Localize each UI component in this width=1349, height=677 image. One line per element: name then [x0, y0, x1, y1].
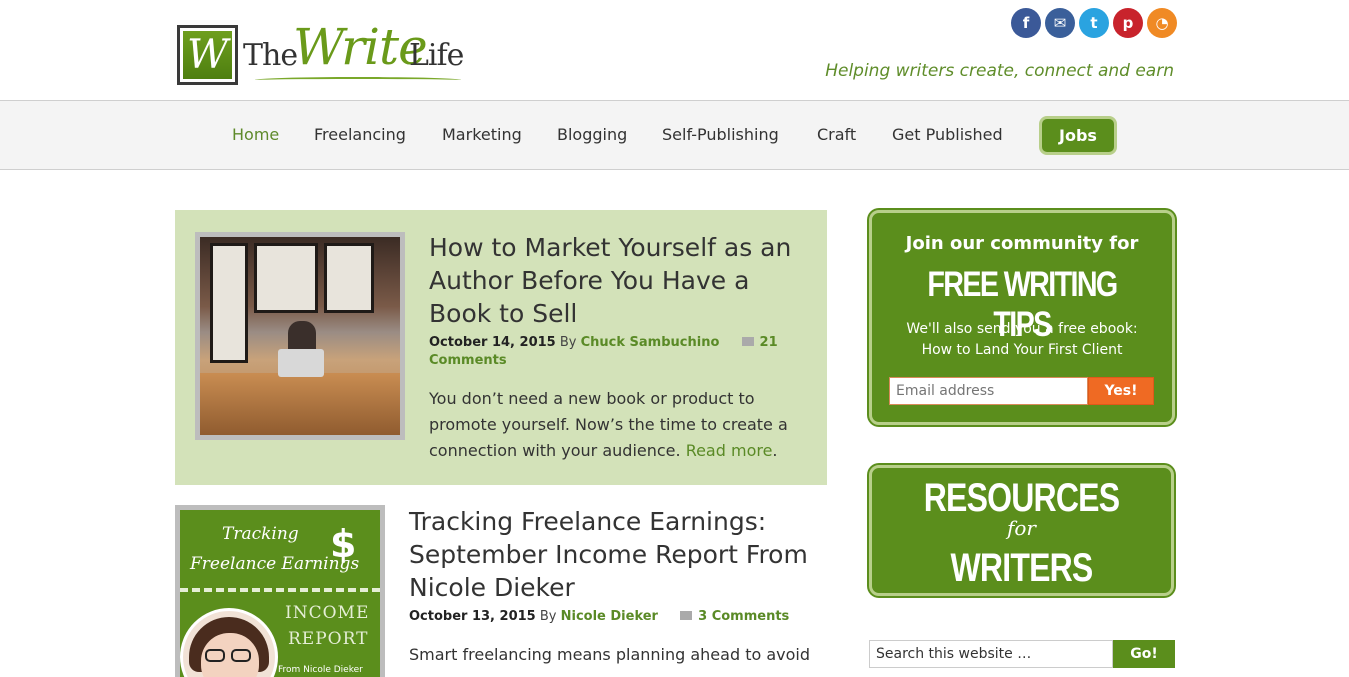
post-date: October 14, 2015	[429, 335, 556, 350]
featured-post: How to Market Yourself as an Author Befo…	[175, 210, 827, 485]
dollar-icon: $	[330, 522, 357, 566]
optin-subtext: We'll also send you a free ebook:	[906, 321, 1138, 337]
resources-banner[interactable]: RESOURCES for WRITERS	[869, 465, 1174, 596]
wood-table	[200, 373, 400, 435]
comment-icon	[680, 611, 693, 620]
post-title[interactable]: How to Market Yourself as an Author Befo…	[429, 231, 809, 330]
graphic-text-tracking: Tracking	[222, 524, 299, 544]
site-tagline: Helping writers create, connect and earn	[825, 61, 1174, 81]
glasses-left	[205, 649, 225, 662]
post-author-link[interactable]: Chuck Sambuchino	[581, 335, 720, 350]
logo-mark: W	[177, 25, 238, 85]
graphic-text-income: INCOME	[285, 603, 370, 623]
post-date: October 13, 2015	[409, 609, 536, 624]
post-by: By	[539, 609, 557, 624]
post-excerpt: You don’t need a new book or product to …	[429, 386, 809, 464]
author-photo	[180, 608, 278, 677]
optin-heading: Join our community for	[905, 233, 1139, 254]
post-excerpt: Smart freelancing means planning ahead t…	[409, 645, 811, 664]
nav-jobs-button[interactable]: Jobs	[1039, 116, 1117, 155]
nav-freelancing[interactable]: Freelancing	[314, 125, 406, 144]
nav-craft[interactable]: Craft	[817, 125, 856, 144]
site-logo[interactable]: W The Write Life	[177, 18, 467, 88]
main-nav: Home Freelancing Marketing Blogging Self…	[0, 100, 1349, 170]
logo-letter: W	[183, 31, 232, 79]
twitter-icon[interactable]: t	[1079, 8, 1109, 38]
logo-text-life: Life	[409, 38, 464, 73]
window-left	[210, 243, 248, 363]
laptop-figure	[278, 349, 324, 377]
post-thumbnail[interactable]: Tracking Freelance Earnings $ INCOME REP…	[175, 505, 385, 677]
rss-icon[interactable]: ◔	[1147, 8, 1177, 38]
window-center	[254, 243, 318, 313]
subscribe-button[interactable]: Yes!	[1088, 377, 1154, 405]
social-links: f ✉ t p ◔	[1011, 8, 1177, 38]
site-header: W The Write Life f ✉ t p ◔ Helping write…	[0, 0, 1349, 100]
nav-get-published[interactable]: Get Published	[892, 125, 1003, 144]
logo-text-write: Write	[293, 18, 428, 76]
excerpt-period: .	[772, 441, 778, 460]
chat-icon[interactable]: ✉	[1045, 8, 1075, 38]
read-more-link[interactable]: Read more	[686, 441, 773, 460]
resources-title: RESOURCES	[923, 476, 1120, 520]
graphic-text-report: REPORT	[288, 629, 369, 649]
pinterest-icon[interactable]: p	[1113, 8, 1143, 38]
post-meta: October 14, 2015 By Chuck Sambuchino 21 …	[429, 334, 789, 370]
logo-swoosh	[255, 77, 461, 83]
search-button[interactable]: Go!	[1113, 640, 1175, 668]
nav-marketing[interactable]: Marketing	[442, 125, 522, 144]
email-field[interactable]	[889, 377, 1088, 405]
optin-ebook-title: How to Land Your First Client	[921, 342, 1123, 358]
facebook-icon[interactable]: f	[1011, 8, 1041, 38]
income-report-graphic: Tracking Freelance Earnings $ INCOME REP…	[180, 510, 380, 677]
resources-for: for	[1006, 516, 1036, 540]
graphic-divider	[180, 588, 380, 592]
newsletter-optin: Join our community for FREE WRITING TIPS…	[869, 210, 1175, 425]
comment-icon	[741, 337, 754, 346]
post-title[interactable]: Tracking Freelance Earnings: September I…	[409, 505, 829, 604]
nav-self-publishing[interactable]: Self-Publishing	[662, 125, 779, 144]
post-author-link[interactable]: Nicole Dieker	[561, 609, 658, 624]
resources-writers: WRITERS	[950, 546, 1094, 590]
post-by: By	[559, 335, 577, 350]
search-input[interactable]	[869, 640, 1113, 668]
glasses-right	[231, 649, 251, 662]
nav-home[interactable]: Home	[232, 125, 279, 144]
site-search: Go!	[869, 640, 1175, 668]
logo-text-the: The	[243, 38, 298, 73]
nav-blogging[interactable]: Blogging	[557, 125, 627, 144]
post-meta: October 13, 2015 By Nicole Dieker 3 Comm…	[409, 608, 829, 626]
post-thumbnail[interactable]	[195, 232, 405, 440]
office-photo	[200, 237, 400, 435]
window-right	[324, 243, 374, 313]
post-comments-link[interactable]: 3 Comments	[698, 609, 789, 624]
graphic-text-from: From Nicole Dieker	[278, 665, 363, 675]
